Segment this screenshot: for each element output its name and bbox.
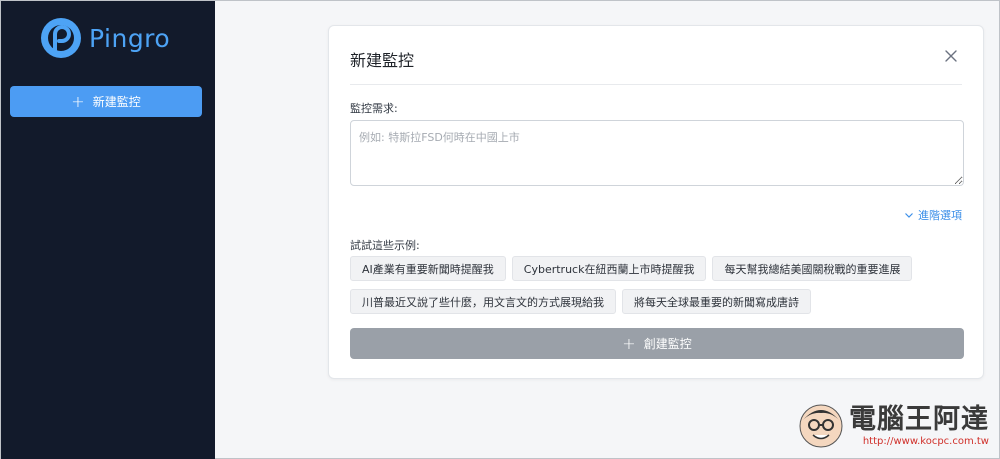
watermark-url: http://www.kocpc.com.tw	[862, 435, 989, 447]
watermark-title: 電腦王阿達	[849, 403, 989, 435]
example-chip[interactable]: Cybertruck在紐西蘭上市時提醒我	[511, 256, 707, 281]
advanced-options-toggle[interactable]: 進階選項	[904, 207, 962, 223]
watermark: 電腦王阿達 http://www.kocpc.com.tw	[797, 402, 989, 450]
chevron-down-icon	[905, 213, 913, 218]
close-icon[interactable]	[943, 48, 959, 64]
brand-name: Pingro	[89, 23, 171, 53]
dialog-title: 新建監控	[350, 51, 415, 70]
advanced-options-label: 進階選項	[918, 209, 962, 222]
example-chip[interactable]: 將每天全球最重要的新聞寫成唐詩	[622, 289, 811, 314]
plus-icon: +	[622, 333, 636, 353]
requirement-input[interactable]	[350, 120, 964, 186]
new-monitor-button[interactable]: + 新建監控	[10, 86, 202, 117]
new-monitor-label: 新建監控	[92, 95, 141, 109]
examples-label: 試試這些示例:	[350, 239, 420, 252]
mascot-face-icon	[799, 404, 843, 448]
create-monitor-button[interactable]: + 創建監控	[350, 328, 964, 359]
brand-logo[interactable]: Pingro	[39, 16, 170, 60]
pingro-logo-icon	[41, 18, 81, 58]
example-chips: AI產業有重要新聞時提醒我 Cybertruck在紐西蘭上市時提醒我 每天幫我總…	[350, 256, 964, 314]
example-chip[interactable]: 川普最近又說了些什麼，用文言文的方式展現給我	[350, 289, 616, 314]
new-monitor-dialog: 新建監控 監控需求: 進階選項 試試這些示例: AI產業有重要新聞時提醒我 Cy…	[328, 25, 984, 379]
sidebar: Pingro + 新建監控	[1, 1, 215, 459]
divider	[350, 84, 962, 85]
example-chip[interactable]: 每天幫我總結美國關稅戰的重要進展	[712, 256, 913, 281]
example-chip[interactable]: AI產業有重要新聞時提醒我	[350, 256, 506, 281]
requirement-label: 監控需求:	[350, 102, 398, 115]
plus-icon: +	[71, 91, 85, 111]
create-monitor-label: 創建監控	[643, 337, 692, 351]
